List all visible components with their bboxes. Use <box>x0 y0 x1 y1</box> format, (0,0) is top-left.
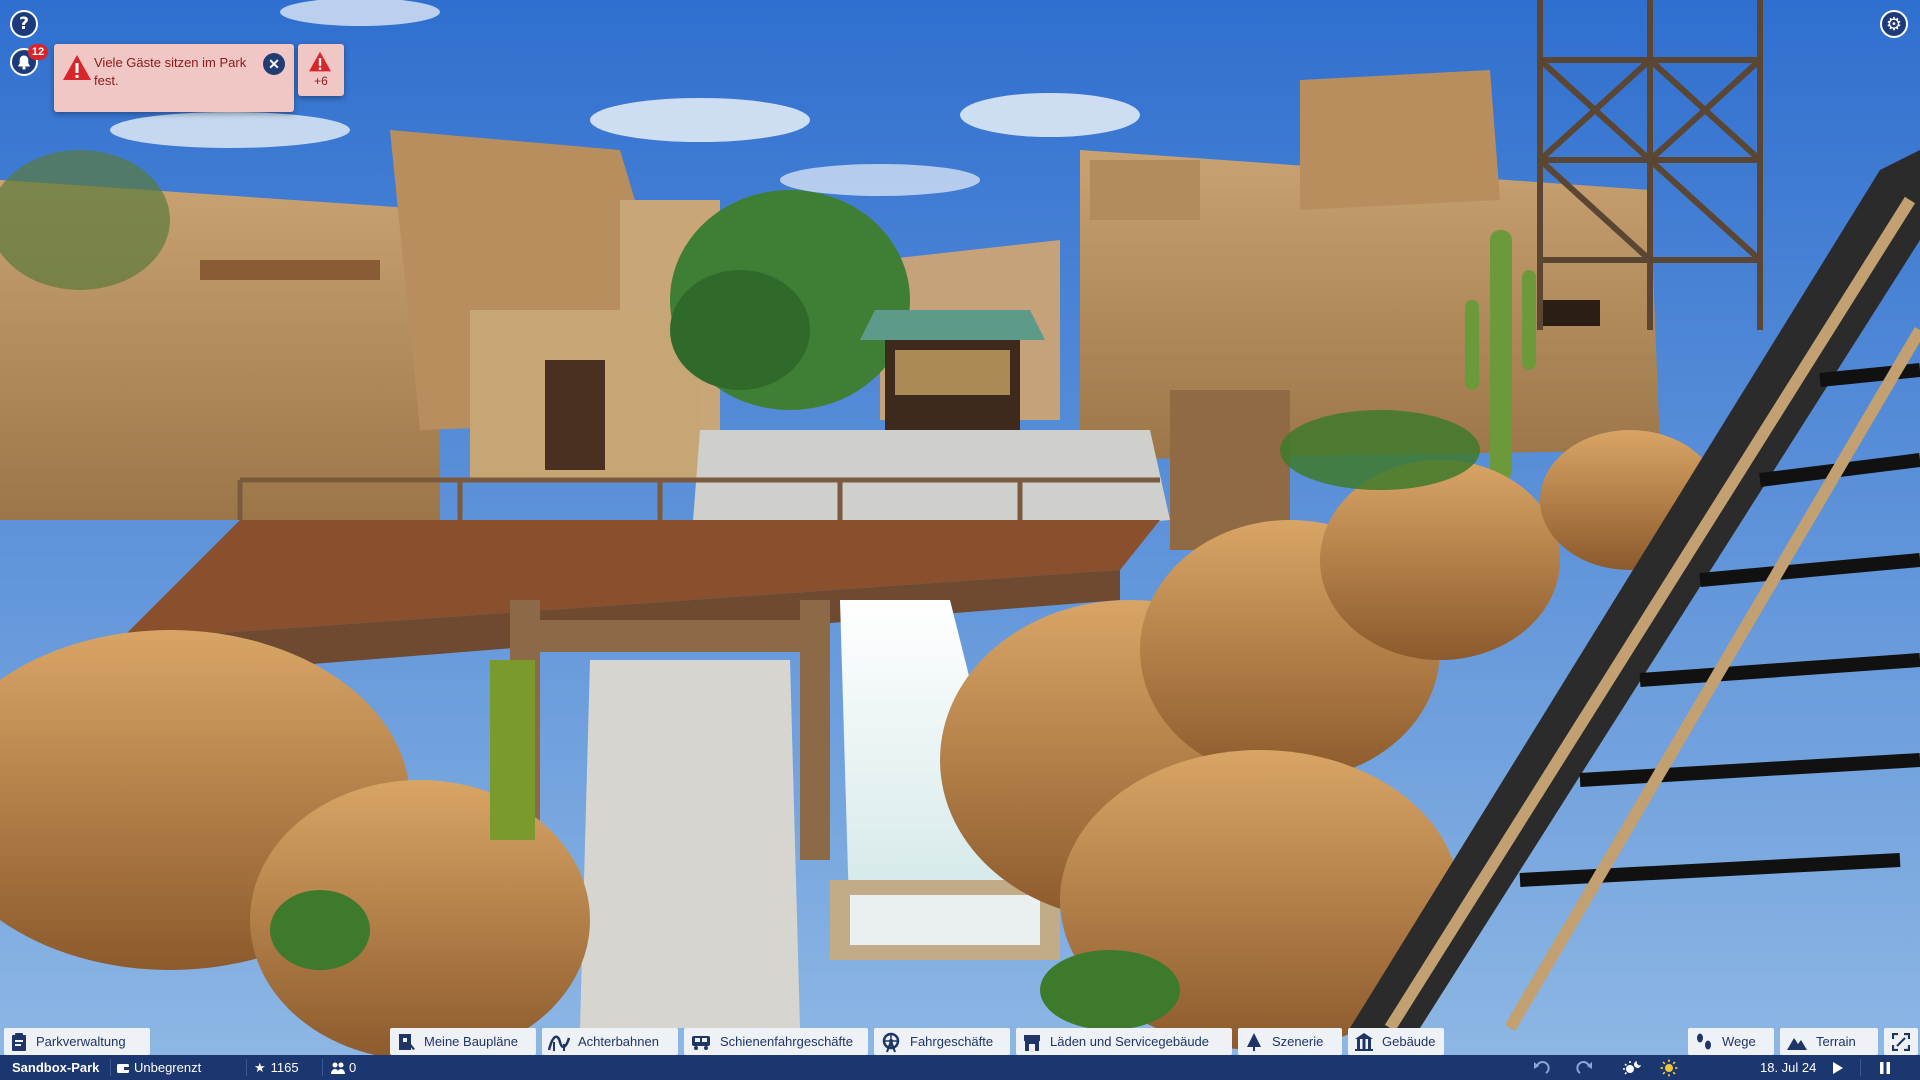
shop-icon <box>1024 1034 1040 1051</box>
terrain-button[interactable]: Terrain <box>1780 1028 1878 1055</box>
star-icon: ★ <box>254 1059 266 1075</box>
guest-count: 0 <box>349 1060 357 1075</box>
divider <box>246 1059 247 1076</box>
redo-button[interactable] <box>1576 1055 1594 1080</box>
shops-button[interactable]: Läden und Servicegebäude <box>1016 1028 1232 1055</box>
scenery-label: Szenerie <box>1272 1034 1324 1049</box>
divider <box>1860 1059 1861 1076</box>
undo-icon <box>1534 1060 1550 1074</box>
alert-notification[interactable]: Viele Gäste sitzen im Park fest. ✕ <box>54 44 294 112</box>
gear-icon: ⚙ <box>1885 13 1903 35</box>
money-display[interactable]: Unbegrenzt <box>116 1055 201 1080</box>
clipboard-icon <box>12 1032 26 1051</box>
terrain-label: Terrain <box>1816 1034 1856 1049</box>
close-icon[interactable]: ✕ <box>263 53 285 75</box>
camera-frame-icon <box>1892 1032 1910 1051</box>
pause-button[interactable] <box>1878 1055 1892 1080</box>
divider <box>322 1059 323 1076</box>
wallet-icon <box>117 1063 129 1073</box>
track-rides-button[interactable]: Schienenfahrgeschäfte <box>684 1028 868 1055</box>
park-name[interactable]: Sandbox-Park <box>12 1055 99 1080</box>
park-management-label: Parkverwaltung <box>36 1034 126 1049</box>
track-rides-label: Schienenfahrgeschäfte <box>720 1034 853 1049</box>
buildings-label: Gebäude <box>1382 1034 1436 1049</box>
shops-label: Läden und Servicegebäude <box>1050 1034 1210 1049</box>
warning-icon <box>309 51 331 72</box>
blueprint-icon <box>399 1033 415 1050</box>
settings-button[interactable]: ⚙ <box>1880 10 1908 38</box>
footprints-icon <box>1697 1033 1711 1049</box>
park-rating-value: 1165 <box>270 1060 299 1075</box>
coasters-label: Achterbahnen <box>578 1034 659 1049</box>
ferris-wheel-icon <box>882 1032 900 1052</box>
sun-moon-icon <box>1623 1060 1641 1075</box>
redo-icon <box>1576 1060 1592 1074</box>
park-date: 18. Jul 24 <box>1760 1060 1817 1075</box>
flat-rides-button[interactable]: Fahrgeschäfte <box>874 1028 1010 1055</box>
warning-icon <box>63 55 91 80</box>
play-button[interactable] <box>1832 1055 1844 1080</box>
park-management-button[interactable]: Parkverwaltung <box>4 1028 150 1055</box>
blueprints-label: Meine Baupläne <box>424 1034 518 1049</box>
build-toolbar: Parkverwaltung Meine Baupläne Achterbahn… <box>0 1028 1920 1055</box>
scenery-button[interactable]: Szenerie <box>1238 1028 1342 1055</box>
alert-message: Viele Gäste sitzen im Park fest. <box>94 55 247 88</box>
train-icon <box>692 1035 710 1050</box>
day-night-toggle[interactable] <box>1622 1055 1642 1080</box>
pause-icon <box>1880 1061 1890 1074</box>
play-icon <box>1833 1061 1843 1074</box>
blueprints-button[interactable]: Meine Baupläne <box>390 1028 536 1055</box>
park-rating-display[interactable]: ★ 1165 <box>254 1055 299 1080</box>
building-icon <box>1355 1032 1373 1051</box>
help-button[interactable]: ? <box>10 10 38 38</box>
notification-count-badge: 12 <box>28 44 48 60</box>
money-value: Unbegrenzt <box>134 1060 202 1075</box>
paths-label: Wege <box>1722 1034 1756 1049</box>
buildings-button[interactable]: Gebäude <box>1348 1028 1444 1055</box>
coaster-icon <box>548 1035 570 1051</box>
question-icon: ? <box>19 14 29 34</box>
more-alerts-count: +6 <box>314 74 328 88</box>
flat-rides-label: Fahrgeschäfte <box>910 1034 994 1049</box>
status-bar: Sandbox-Park Unbegrenzt ★ 1165 0 18. Jul… <box>0 1055 1920 1080</box>
weather-sun-icon <box>1660 1055 1678 1080</box>
mountain-icon <box>1787 1037 1807 1050</box>
scenery-tree-icon <box>1247 1032 1261 1051</box>
more-alerts-button[interactable]: +6 <box>298 44 344 96</box>
park-scene-view[interactable] <box>0 0 1920 1080</box>
coasters-button[interactable]: Achterbahnen <box>542 1028 678 1055</box>
paths-button[interactable]: Wege <box>1688 1028 1774 1055</box>
guests-display[interactable]: 0 <box>330 1055 356 1080</box>
undo-button[interactable] <box>1532 1055 1550 1080</box>
camera-tools-button[interactable] <box>1884 1028 1918 1055</box>
guests-icon <box>331 1062 345 1074</box>
divider <box>110 1059 111 1076</box>
